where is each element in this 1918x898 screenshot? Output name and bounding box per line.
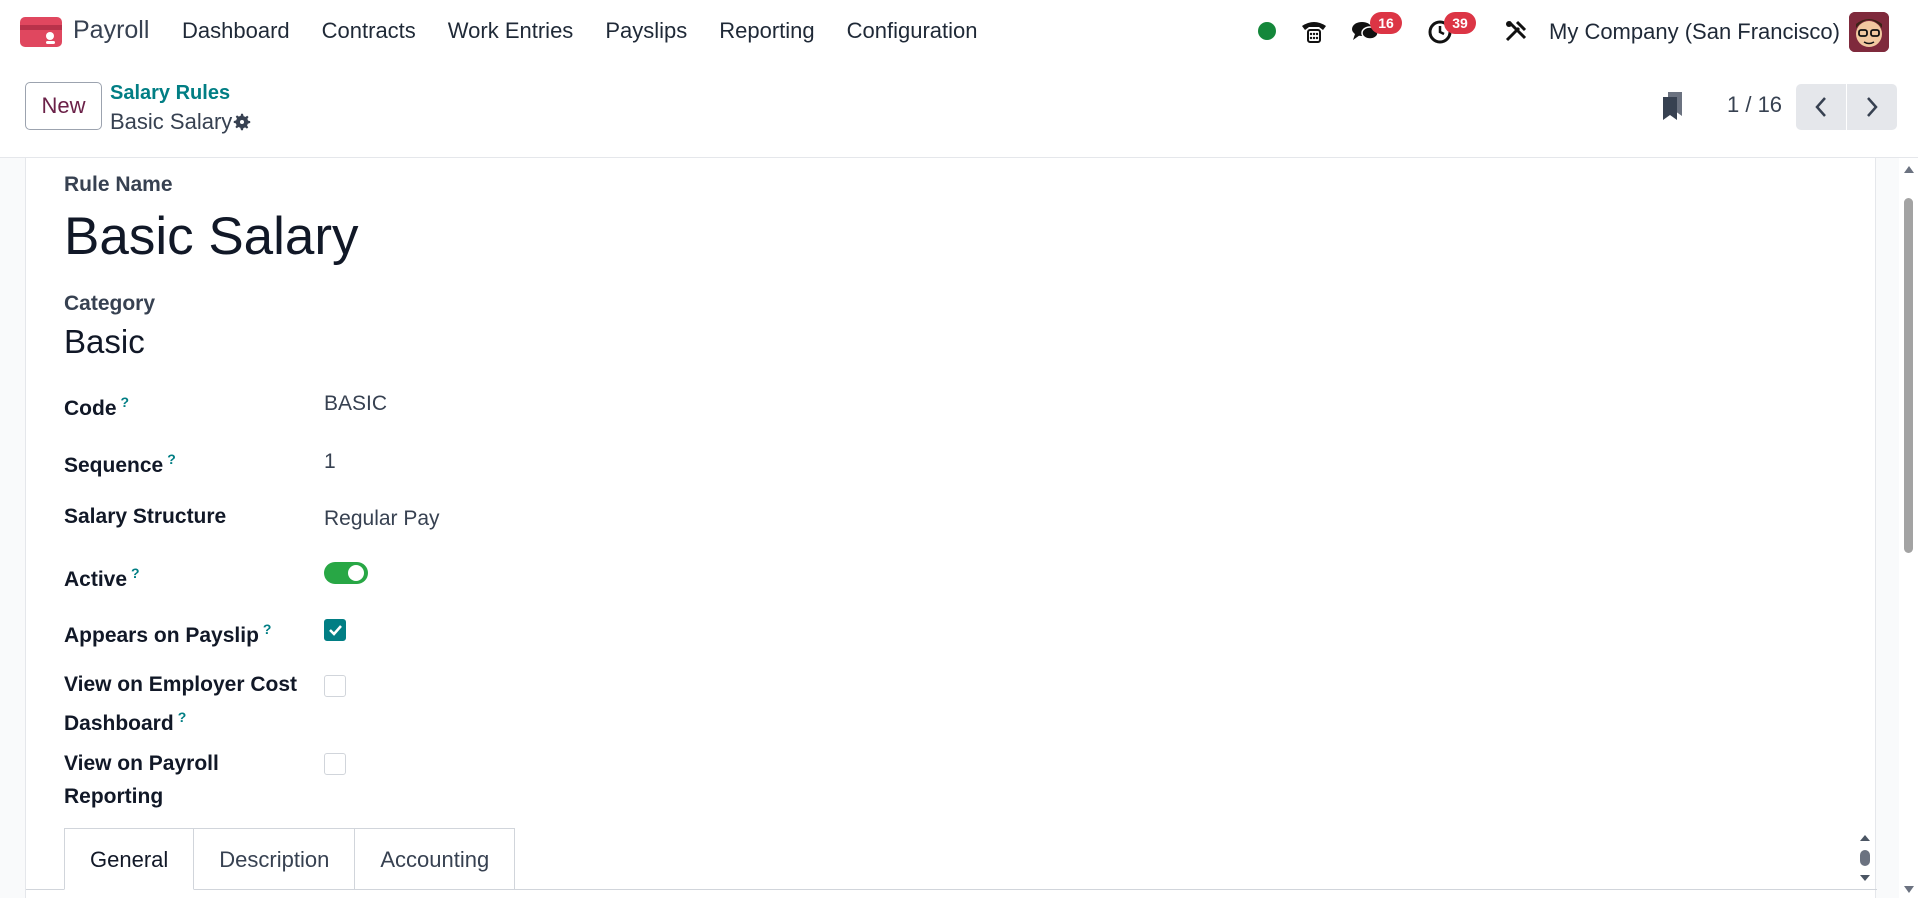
breadcrumb-salary-rules[interactable]: Salary Rules [110, 82, 230, 105]
rule-name-label: Rule Name [64, 173, 173, 196]
app-name[interactable]: Payroll [73, 16, 149, 45]
gear-icon[interactable] [231, 111, 253, 133]
new-button[interactable]: New [25, 82, 102, 130]
salary-structure-field[interactable]: Regular Pay [324, 507, 440, 531]
code-field[interactable]: BASIC [324, 392, 387, 416]
payroll-app-icon[interactable] [20, 17, 62, 47]
menu-configuration[interactable]: Configuration [847, 18, 978, 44]
active-toggle[interactable] [324, 562, 368, 584]
bookmark-icon[interactable] [1660, 90, 1686, 122]
tab-accounting[interactable]: Accounting [355, 828, 516, 890]
page-scrollbar[interactable] [1899, 158, 1918, 898]
user-avatar[interactable] [1849, 12, 1889, 52]
main-menu: Dashboard Contracts Work Entries Payslip… [182, 18, 1010, 44]
chevron-right-icon [1867, 97, 1878, 117]
payroll-reporting-label: View on Payroll Reporting [64, 752, 219, 808]
menu-contracts[interactable]: Contracts [322, 18, 416, 44]
control-panel: New Salary Rules Basic Salary 1 / 16 [0, 64, 1918, 158]
scroll-down-arrow[interactable] [1904, 886, 1914, 893]
salary-structure-label: Salary Structure [64, 505, 227, 528]
menu-payslips[interactable]: Payslips [605, 18, 687, 44]
scroll-thumb[interactable] [1904, 198, 1913, 553]
pager-previous-button[interactable] [1796, 84, 1846, 130]
appears-help-icon[interactable]: ? [263, 621, 272, 637]
pager-value[interactable]: 1 / 16 [1727, 92, 1782, 118]
sequence-field[interactable]: 1 [324, 450, 336, 474]
breadcrumb-current: Basic Salary [110, 109, 233, 134]
tab-description[interactable]: Description [194, 828, 356, 890]
sequence-help-icon[interactable]: ? [167, 451, 176, 467]
form-tabs: General Description Accounting [64, 828, 516, 890]
active-help-icon[interactable]: ? [131, 565, 140, 581]
rule-name-field[interactable]: Basic Salary [64, 206, 359, 267]
top-navbar: Payroll Dashboard Contracts Work Entries… [0, 0, 1918, 64]
tools-icon[interactable] [1501, 16, 1531, 46]
messages-count-badge: 16 [1370, 12, 1402, 34]
tab-general[interactable]: General [64, 828, 195, 890]
pager-next-button[interactable] [1847, 84, 1897, 130]
scroll-up-arrow[interactable] [1904, 166, 1914, 173]
active-label: Active? [64, 565, 140, 591]
category-label: Category [64, 292, 156, 315]
menu-reporting[interactable]: Reporting [719, 18, 814, 44]
employer-cost-help-icon[interactable]: ? [178, 709, 187, 725]
appears-on-payslip-checkbox[interactable] [324, 619, 346, 641]
sequence-label: Sequence? [64, 451, 176, 477]
code-help-icon[interactable]: ? [121, 394, 130, 410]
menu-dashboard[interactable]: Dashboard [182, 18, 290, 44]
menu-work-entries[interactable]: Work Entries [448, 18, 574, 44]
inner-scroll-control[interactable] [1857, 832, 1873, 884]
activities-count-badge: 39 [1444, 12, 1476, 34]
company-switcher[interactable]: My Company (San Francisco) [1549, 19, 1840, 45]
code-label: Code? [64, 394, 130, 420]
form-sheet: Rule Name Basic Salary Category Basic Co… [25, 158, 1877, 898]
chevron-left-icon [1815, 97, 1826, 117]
phone-icon[interactable] [1299, 16, 1329, 46]
checkmark-icon [329, 625, 342, 636]
category-field[interactable]: Basic [64, 323, 145, 361]
employer-cost-checkbox[interactable] [324, 675, 346, 697]
appears-on-payslip-label: Appears on Payslip? [64, 621, 272, 647]
presence-status-dot [1258, 22, 1276, 40]
payroll-reporting-checkbox[interactable] [324, 753, 346, 775]
employer-cost-label: View on Employer Cost Dashboard? [64, 673, 297, 735]
